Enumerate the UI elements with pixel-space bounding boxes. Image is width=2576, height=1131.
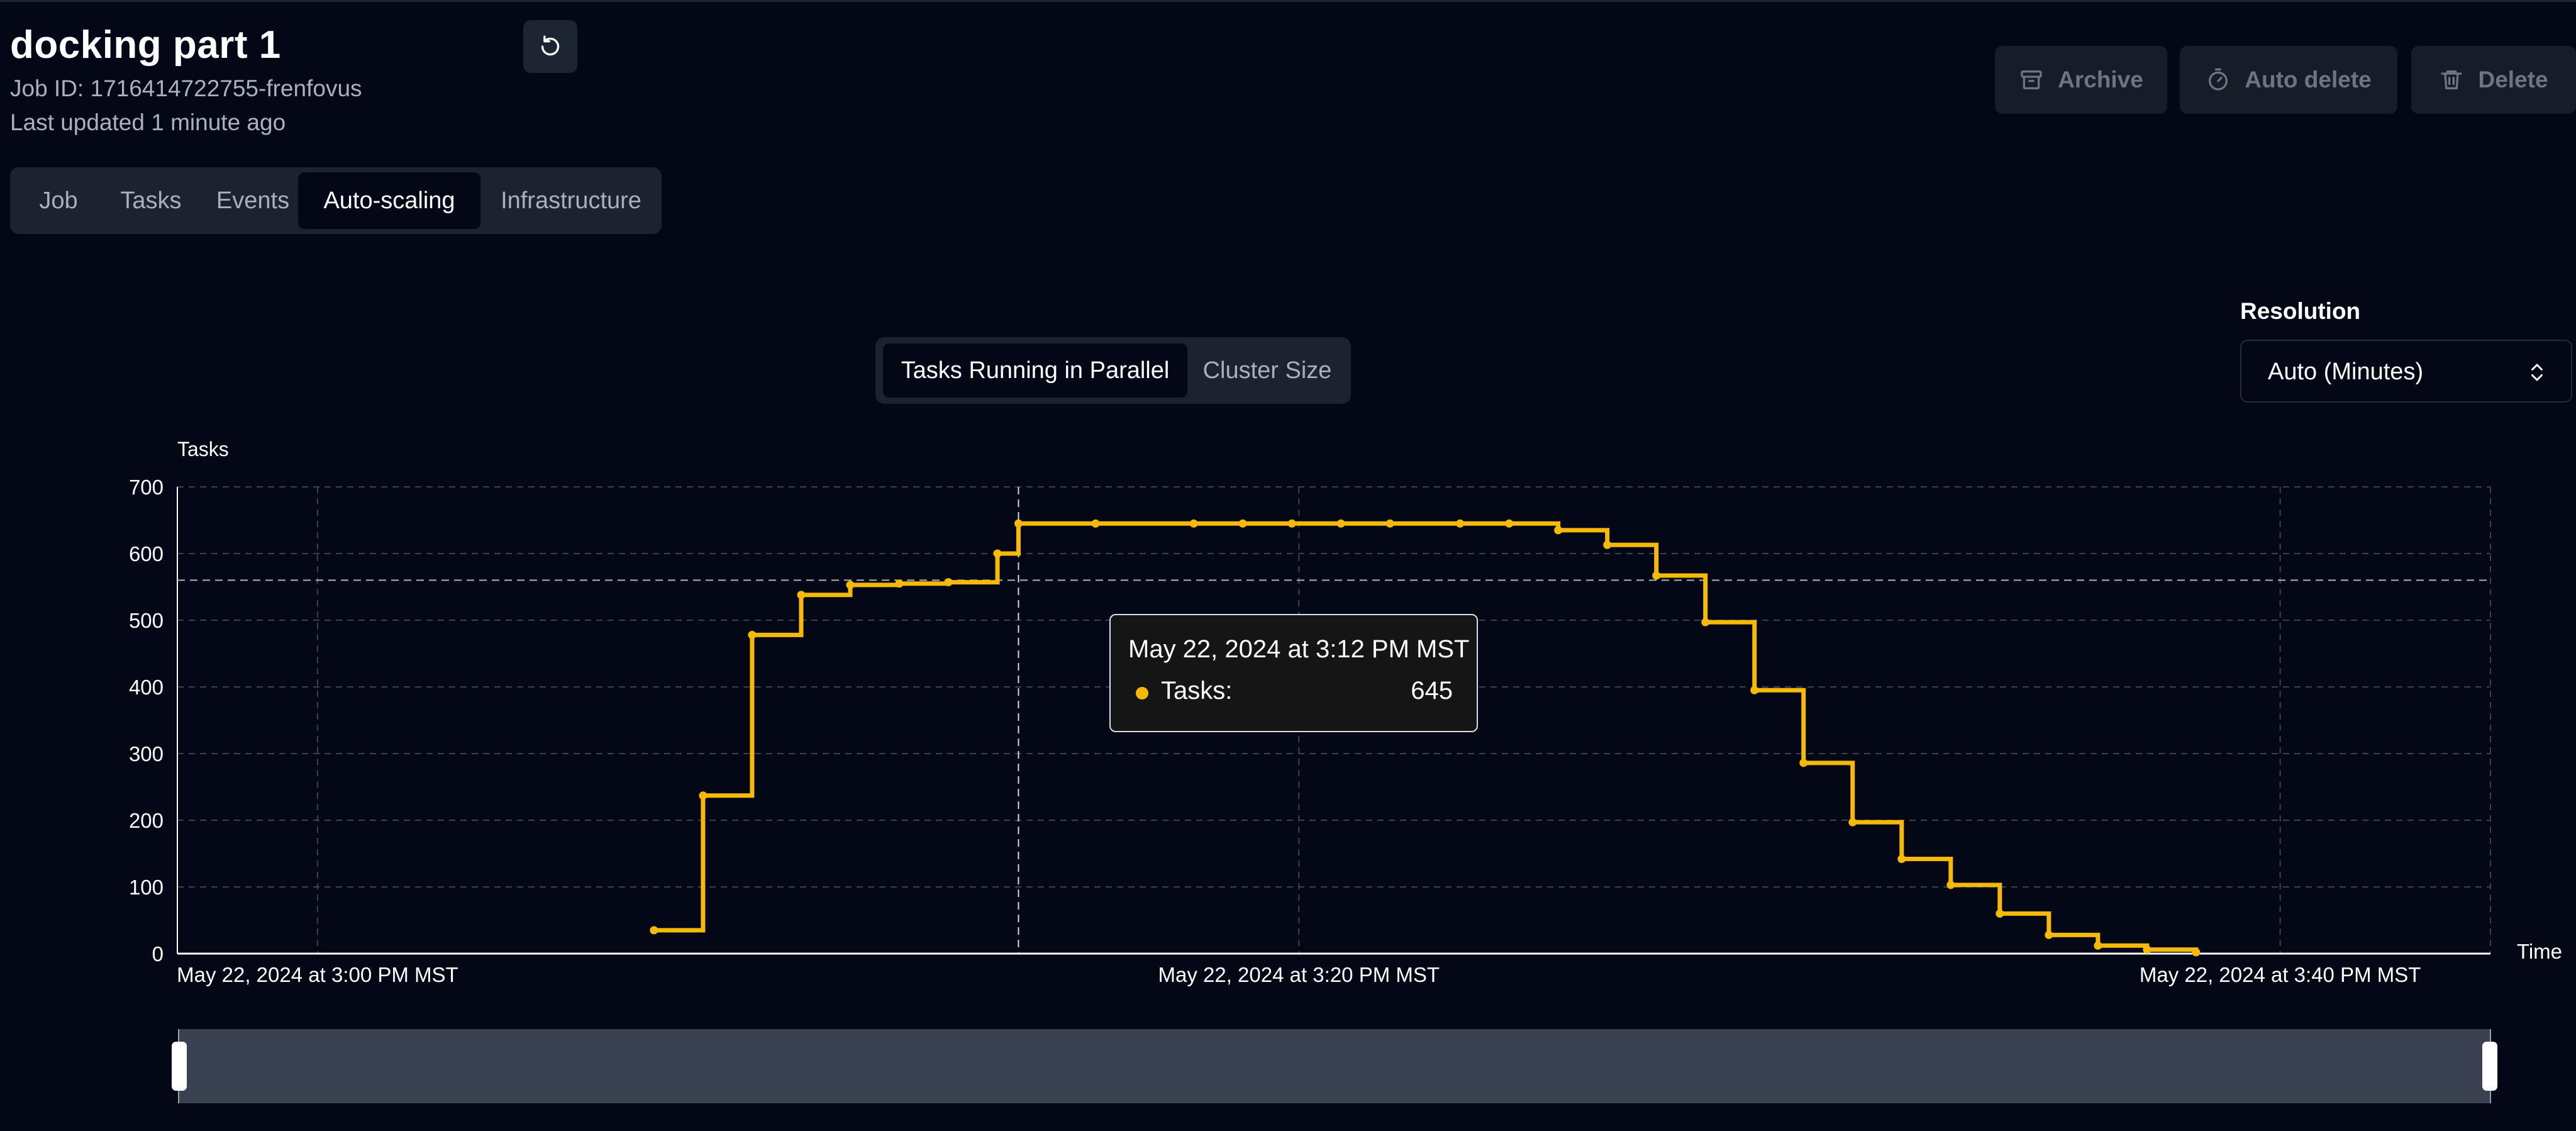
tooltip-series-label: Tasks: (1161, 677, 1233, 705)
data-point[interactable] (1652, 571, 1661, 580)
data-point[interactable] (895, 579, 904, 588)
data-point[interactable] (1799, 759, 1808, 767)
data-point[interactable] (2045, 930, 2053, 939)
time-range-slider[interactable] (172, 1029, 2497, 1103)
x-axis-label: Time (2517, 940, 2562, 963)
tooltip-value: 645 (1411, 677, 1453, 705)
x-tick-label: May 22, 2024 at 3:40 PM MST (2140, 963, 2421, 986)
data-point[interactable] (1287, 519, 1296, 528)
data-point[interactable] (2094, 941, 2102, 950)
y-tick-label: 400 (129, 676, 164, 699)
data-point[interactable] (699, 791, 708, 800)
data-point[interactable] (797, 591, 806, 599)
data-point[interactable] (1897, 854, 1906, 863)
y-tick-label: 500 (129, 609, 164, 632)
y-tick-label: 700 (129, 476, 164, 499)
y-tick-label: 100 (129, 876, 164, 899)
data-point[interactable] (1505, 519, 1514, 528)
chart-series (650, 519, 2201, 957)
y-tick-label: 0 (152, 942, 164, 966)
y-axis-label: Tasks (177, 438, 229, 460)
data-point[interactable] (748, 630, 757, 639)
y-tick-label: 600 (129, 542, 164, 566)
y-tick-label: 200 (129, 809, 164, 832)
tooltip-series-dot (1136, 687, 1148, 699)
data-point[interactable] (846, 581, 855, 589)
data-point[interactable] (993, 549, 1002, 558)
data-point[interactable] (2192, 948, 2201, 957)
data-point[interactable] (1554, 526, 1563, 535)
tasks-series-line (653, 521, 2199, 952)
data-point[interactable] (1996, 909, 2004, 918)
y-tick-label: 300 (129, 742, 164, 766)
data-point[interactable] (2143, 945, 2151, 954)
range-handle-start[interactable] (172, 1042, 187, 1091)
range-handle-end[interactable] (2482, 1042, 2497, 1091)
data-point[interactable] (650, 926, 658, 935)
data-point[interactable] (1946, 881, 1955, 889)
data-point[interactable] (1603, 540, 1612, 549)
data-point[interactable] (1456, 519, 1465, 528)
x-tick-label: May 22, 2024 at 3:20 PM MST (1158, 963, 1440, 986)
data-point[interactable] (1091, 519, 1100, 528)
data-point[interactable] (1336, 519, 1345, 528)
tasks-chart: Tasks Time 0 100 200 300 400 500 600 700 May 22,… (129, 438, 2562, 1103)
tooltip-title: May 22, 2024 at 3:12 PM MST (1128, 635, 1470, 663)
data-point[interactable] (1238, 519, 1247, 528)
chart-tooltip: May 22, 2024 at 3:12 PM MST Tasks: 645 (1109, 614, 1478, 732)
data-point[interactable] (1848, 818, 1857, 827)
data-point[interactable] (944, 578, 953, 587)
data-point[interactable] (1189, 519, 1198, 528)
data-point[interactable] (1701, 618, 1710, 627)
data-point[interactable] (1385, 519, 1394, 528)
data-point[interactable] (1014, 519, 1023, 528)
data-point[interactable] (1750, 686, 1759, 694)
range-track[interactable] (179, 1029, 2490, 1103)
x-tick-label: May 22, 2024 at 3:00 PM MST (177, 963, 458, 986)
